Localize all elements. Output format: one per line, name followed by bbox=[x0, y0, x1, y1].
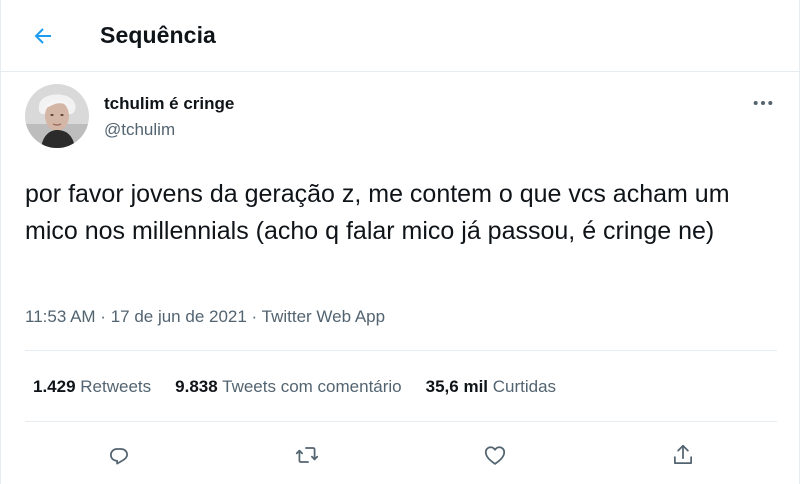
divider bbox=[25, 421, 777, 422]
likes-label: Curtidas bbox=[492, 377, 557, 396]
tweet-date[interactable]: 17 de jun de 2021 bbox=[111, 307, 247, 326]
retweet-button[interactable] bbox=[289, 437, 325, 473]
quotes-count: 9.838 bbox=[175, 377, 218, 396]
retweet-icon bbox=[295, 447, 319, 463]
arrow-left-icon bbox=[34, 28, 51, 44]
likes-stat[interactable]: 35,6 mil Curtidas bbox=[426, 377, 556, 397]
tweet-actions bbox=[1, 437, 800, 473]
retweets-stat[interactable]: 1.429 Retweets bbox=[33, 377, 151, 397]
quotes-stat[interactable]: 9.838 Tweets com comentário bbox=[175, 377, 401, 397]
share-button[interactable] bbox=[665, 437, 701, 473]
tweet-page: Sequência tchulim é cringe @tchulim por … bbox=[0, 0, 800, 484]
like-button[interactable] bbox=[477, 437, 513, 473]
divider bbox=[25, 350, 777, 351]
heart-icon bbox=[484, 446, 506, 465]
retweets-label: Retweets bbox=[80, 377, 152, 396]
tweet-stats: 1.429 Retweets 9.838 Tweets com comentár… bbox=[33, 377, 580, 397]
more-dots-icon bbox=[753, 100, 773, 106]
tweet-meta: 11:53 AM · 17 de jun de 2021 · Twitter W… bbox=[25, 307, 385, 327]
page-header: Sequência bbox=[1, 0, 800, 72]
more-button[interactable] bbox=[749, 92, 777, 114]
reply-icon bbox=[110, 448, 128, 465]
reply-button[interactable] bbox=[101, 437, 137, 473]
likes-count: 35,6 mil bbox=[425, 377, 489, 396]
meta-separator: · bbox=[95, 307, 111, 326]
meta-separator: · bbox=[246, 307, 262, 326]
page-title: Sequência bbox=[100, 22, 216, 48]
tweet-source[interactable]: Twitter Web App bbox=[262, 307, 385, 326]
author-handle[interactable]: @tchulim bbox=[104, 120, 175, 140]
avatar[interactable] bbox=[25, 84, 89, 148]
quotes-label: Tweets com comentário bbox=[222, 377, 402, 396]
retweets-count: 1.429 bbox=[33, 377, 76, 396]
avatar-photo bbox=[25, 84, 89, 148]
back-button[interactable] bbox=[25, 18, 61, 54]
tweet-time[interactable]: 11:53 AM bbox=[25, 307, 96, 326]
tweet-text: por favor jovens da geração z, me contem… bbox=[25, 180, 730, 245]
author-name[interactable]: tchulim é cringe bbox=[104, 94, 234, 114]
share-icon bbox=[674, 444, 692, 464]
